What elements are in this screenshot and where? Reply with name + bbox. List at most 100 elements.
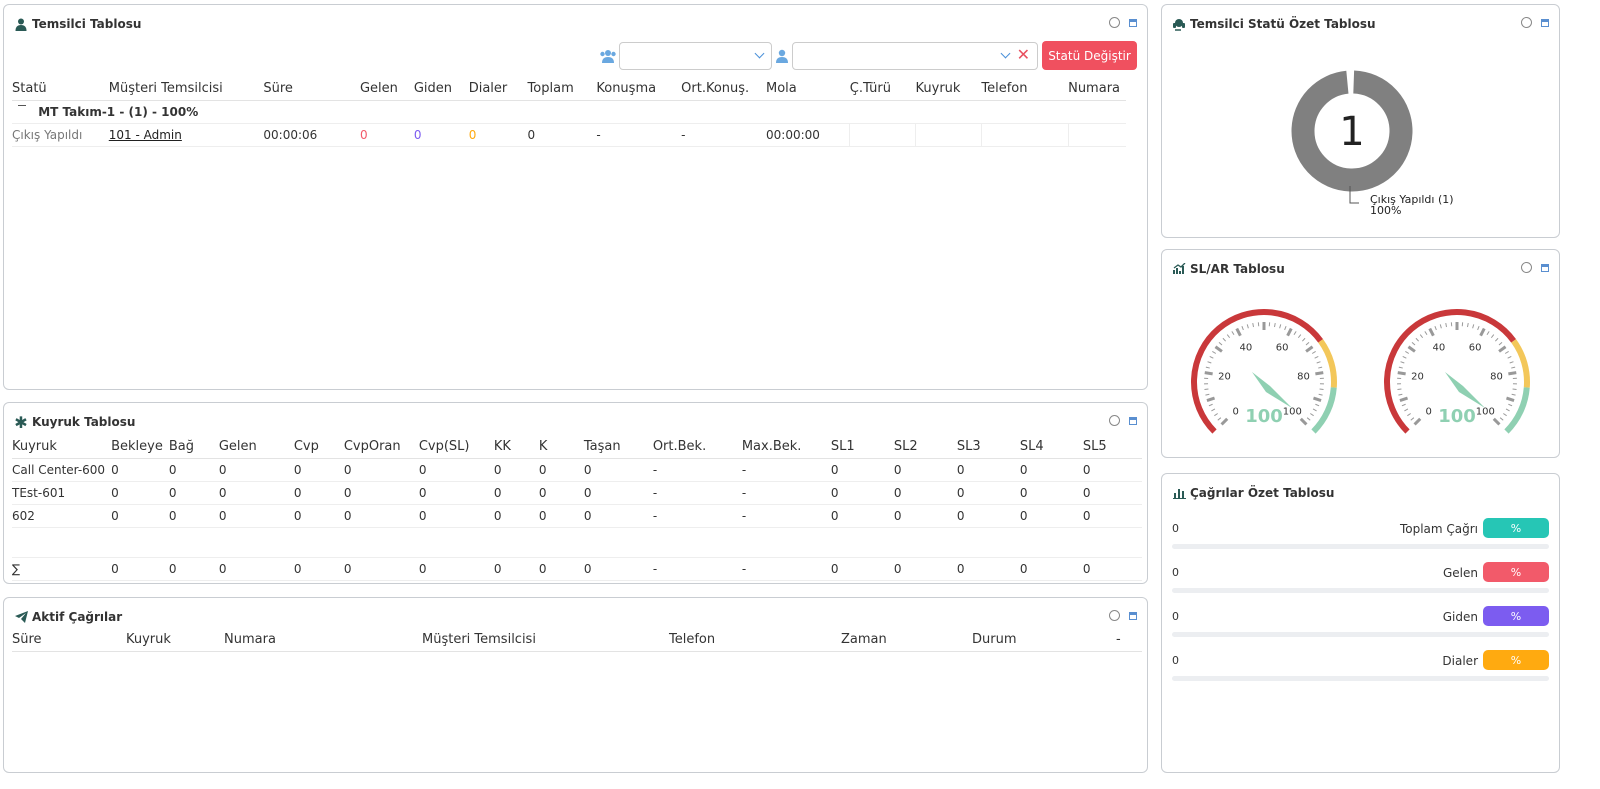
- queue-col-10[interactable]: Ort.Bek.: [652, 435, 742, 459]
- queue-row[interactable]: TEst-601 0 0 0 0 0 0 0 0 0- -0 0 0 0 0: [12, 481, 1142, 505]
- queue-col-2[interactable]: Bağ: [168, 435, 219, 459]
- col-call-type[interactable]: Ç.Türü: [849, 77, 916, 101]
- queue-col-9[interactable]: Taşan: [583, 435, 653, 459]
- gauge-tick-label: 60: [1469, 342, 1482, 353]
- status-donut-chart: 1 Çıkış Yapıldı (1) 100%: [1291, 70, 1454, 217]
- queue-col-0[interactable]: Kuyruk: [12, 435, 112, 459]
- panel-title: Kuyruk Tablosu: [32, 415, 136, 429]
- queue-col-11[interactable]: Max.Bek.: [741, 435, 831, 459]
- queue-total-cell: 0: [218, 557, 294, 581]
- queue-total-cell: 0: [343, 557, 419, 581]
- gauge-tick: [1494, 337, 1499, 342]
- col-agent[interactable]: Müşteri Temsilcisi: [108, 77, 264, 101]
- queue-col-5[interactable]: CvpOran: [343, 435, 419, 459]
- col-outgoing[interactable]: Giden: [413, 77, 469, 101]
- queue-total-cell: 0: [1019, 557, 1083, 581]
- window-icon[interactable]: [1129, 611, 1137, 620]
- col-break[interactable]: Mola: [766, 77, 850, 101]
- col-status[interactable]: Statü: [12, 77, 109, 101]
- queue-col-16[interactable]: SL5: [1082, 435, 1142, 459]
- gauge-tick: [1212, 351, 1217, 354]
- agent-icon: [775, 49, 789, 67]
- col-queue[interactable]: Kuyruk: [126, 628, 224, 652]
- gauge-needle: [1445, 372, 1485, 408]
- queue-cell: 0: [293, 481, 344, 505]
- col-time[interactable]: Zaman: [841, 628, 972, 652]
- settings-icon[interactable]: [1109, 610, 1120, 621]
- summary-percent-badge: %: [1483, 606, 1549, 626]
- gauge-tick: [1301, 337, 1306, 342]
- col-number[interactable]: Numara: [224, 628, 422, 652]
- queue-total-cell: 0: [1082, 557, 1142, 581]
- queue-col-12[interactable]: SL1: [830, 435, 894, 459]
- queue-col-6[interactable]: Cvp(SL): [418, 435, 494, 459]
- gauge-tick-label: 100: [1283, 406, 1302, 417]
- paper-plane-icon: [14, 610, 28, 624]
- change-status-button[interactable]: Statü Değiştir: [1042, 41, 1137, 70]
- queue-cell: 0: [830, 458, 894, 482]
- window-icon[interactable]: [1129, 18, 1137, 27]
- summary-count: 0: [1172, 522, 1179, 535]
- agent-select[interactable]: ✕: [792, 42, 1038, 70]
- queue-cell: 0: [583, 481, 653, 505]
- agent-duration: 00:00:06: [263, 123, 360, 147]
- queue-col-1[interactable]: Bekleye: [111, 435, 169, 459]
- agent-number: [1067, 123, 1126, 147]
- col-total[interactable]: Toplam: [527, 77, 597, 101]
- queue-cell: 0: [168, 458, 219, 482]
- col-dialer[interactable]: Dialer: [468, 77, 528, 101]
- group-select[interactable]: [619, 42, 772, 70]
- settings-icon[interactable]: [1109, 415, 1120, 426]
- queue-col-4[interactable]: Cvp: [293, 435, 344, 459]
- col-talk[interactable]: Konuşma: [596, 77, 682, 101]
- queue-cell: 0: [893, 458, 957, 482]
- gauge-tick: [1486, 331, 1490, 335]
- gauge-tick: [1315, 403, 1320, 407]
- queue-col-14[interactable]: SL3: [956, 435, 1020, 459]
- col-agent[interactable]: Müşteri Temsilcisi: [422, 628, 669, 652]
- queue-col-8[interactable]: K: [538, 435, 584, 459]
- gauge-tick: [1405, 351, 1410, 354]
- queue-row[interactable]: Call Center-600 0 0 0 0 0 0 0 0 0- -0 0 0 0 0: [12, 458, 1142, 482]
- agent-row[interactable]: Çıkış Yapıldı 101 - Admin 00:00:06 0 0 0…: [12, 123, 1126, 147]
- gauge-tick: [1318, 366, 1323, 369]
- gauge-tick: [1407, 413, 1411, 417]
- gauge-tick: [1477, 326, 1480, 331]
- queue-cell: 0: [893, 481, 957, 505]
- settings-icon[interactable]: [1109, 17, 1120, 28]
- col-queue[interactable]: Kuyruk: [915, 77, 982, 101]
- queue-cell: 0: [293, 458, 344, 482]
- col-phone[interactable]: Telefon: [669, 628, 841, 652]
- col-phone[interactable]: Telefon: [981, 77, 1069, 101]
- col-duration[interactable]: Süre: [12, 628, 126, 652]
- gauge-tick: [1274, 322, 1276, 328]
- chevron-down-icon: [1000, 48, 1011, 59]
- queue-cell: 0: [830, 504, 894, 528]
- agent-link[interactable]: 101 - Admin: [109, 128, 182, 142]
- gauge-tick: [1235, 327, 1242, 337]
- queue-col-15[interactable]: SL4: [1019, 435, 1083, 459]
- collapse-icon[interactable]: [18, 104, 26, 113]
- gauge-tick: [1204, 388, 1209, 391]
- queue-total-cell: 0: [583, 557, 653, 581]
- col-state[interactable]: Durum: [972, 628, 1116, 652]
- window-icon[interactable]: [1129, 416, 1137, 425]
- col-actions[interactable]: -: [1116, 628, 1142, 652]
- queue-col-7[interactable]: KK: [493, 435, 539, 459]
- gauge-tick: [1222, 337, 1227, 342]
- clear-icon[interactable]: ✕: [1017, 45, 1030, 64]
- col-avg-talk[interactable]: Ort.Konuş.: [681, 77, 767, 101]
- gauge-tick-label: 100: [1476, 406, 1495, 417]
- gauge-tick: [1209, 356, 1214, 359]
- group-row[interactable]: MT Takım-1 - (1) - 100%: [12, 100, 1126, 124]
- queue-col-13[interactable]: SL2: [893, 435, 957, 459]
- col-incoming[interactable]: Gelen: [359, 77, 414, 101]
- gauge-tick: [1498, 341, 1503, 346]
- queue-row[interactable]: 602 0 0 0 0 0 0 0 0 0- -0 0 0 0 0: [12, 504, 1142, 528]
- queue-cell: 0: [956, 504, 1020, 528]
- gauge-tick: [1204, 371, 1213, 376]
- queue-col-3[interactable]: Gelen: [218, 435, 294, 459]
- queue-cell: 0: [1082, 504, 1142, 528]
- col-number[interactable]: Numara: [1068, 77, 1126, 101]
- col-duration[interactable]: Süre: [263, 77, 360, 101]
